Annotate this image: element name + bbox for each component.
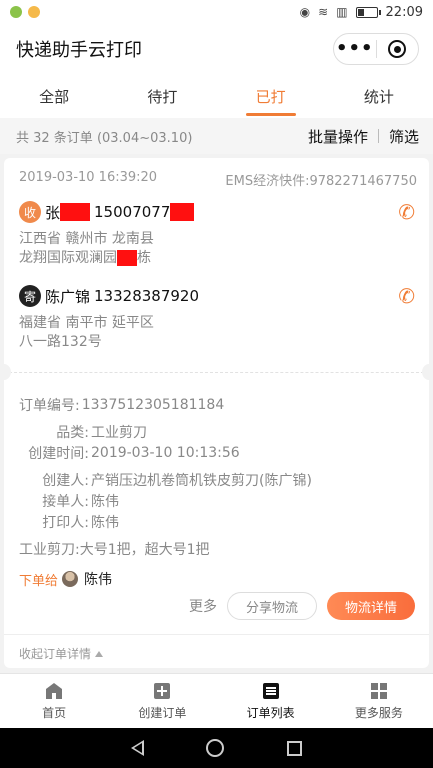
status-indicators: ◉ ≋ ▥ 22:09 [300,5,423,20]
share-logistics-button[interactable]: 分享物流 [226,592,317,620]
app-notification-icon [10,6,22,18]
caret-up-icon [95,650,104,657]
order-details: 订单编号: 1337512305181184 品类: 工业剪刀 创建时间: 20… [19,394,415,592]
more-actions-button[interactable]: 更多 [189,596,217,616]
creator-value: 产销压边机卷筒机铁皮剪刀(陈广锦) [91,472,312,489]
sender-address-line1: 福建省 南平市 延平区 [19,315,154,331]
tabbar-label: 更多服务 [354,706,403,720]
summary-divider [377,129,379,143]
summary-bar: 共 32 条订单 (03.04~03.10) 批量操作 筛选 [0,118,433,154]
category-label: 品类: [56,424,89,441]
printer-value: 陈伟 [91,514,119,531]
mini-program-capsule: ••• [333,33,419,65]
sender-address: 福建省 南平市 延平区 八一路132号 [19,314,415,352]
page-title: 快递助手云打印 [16,40,142,61]
tabbar-label: 首页 [42,706,67,720]
order-no-label: 订单编号: [19,397,80,414]
redaction-mark [170,203,195,221]
dispatch-name: 陈伟 [84,572,113,588]
call-receiver-icon[interactable]: ✆ [398,200,415,224]
filter-button[interactable]: 筛选 [389,126,419,147]
printer-label: 打印人: [42,514,89,531]
back-icon[interactable] [131,740,145,756]
status-bar: ◉ ≋ ▥ 22:09 [0,0,433,24]
receiver-phone: 15007077 [94,203,171,221]
tab-all[interactable]: 全部 [0,74,108,118]
sender-block: 寄 陈广锦 13328387920 ✆ 福建省 南平市 延平区 八一路132号 [19,284,415,352]
tabbar-more-services[interactable]: 更多服务 [325,674,433,728]
home-icon [46,683,63,699]
close-mini-program-button[interactable] [377,34,419,64]
carrier-tracking: EMS经济快件:9782271467750 [225,174,417,189]
order-status-tabs: 全部 待打 已打 统计 [0,74,433,118]
tab-printed[interactable]: 已打 [217,74,325,118]
order-actions: 更多 分享物流 物流详情 [189,592,415,620]
order-no: 1337512305181184 [81,396,225,413]
avatar [62,571,79,587]
batch-operation-button[interactable]: 批量操作 [308,126,368,147]
sender-badge: 寄 [19,285,41,307]
receiver-badge: 收 [19,201,41,223]
tabbar-label: 创建订单 [138,706,187,720]
collapse-details-button[interactable]: 收起订单详情 [4,634,429,672]
tabbar-home[interactable]: 首页 [0,674,108,728]
order-count-text: 共 32 条订单 (03.04~03.10) [16,130,193,146]
collapse-label: 收起订单详情 [19,647,92,661]
sender-address-line2: 八一路132号 [19,334,102,350]
created-time-value: 2019-03-10 10:13:56 [91,444,240,461]
system-navigation-bar [0,728,433,768]
eye-icon: ◉ [299,5,311,19]
redaction-mark [60,203,91,221]
tabbar-order-list[interactable]: 订单列表 [217,674,325,728]
receiver-address: 江西省 赣州市 龙南县 龙翔国际观澜园栋 [19,230,415,268]
receiver-block: 收 张 15007077 ✆ 江西省 赣州市 龙南县 龙翔国际观澜园栋 [19,200,415,268]
bottom-tab-bar: 首页 创建订单 订单列表 更多服务 [0,673,433,728]
tabbar-label: 订单列表 [246,706,295,720]
card-divider [4,372,429,373]
target-icon [388,40,407,58]
grid-icon [370,683,387,699]
tab-statistics[interactable]: 统计 [325,74,433,118]
battery-icon [355,6,381,18]
wifi-icon: ≋ [318,5,329,19]
order-datetime: 2019-03-10 16:39:20 [19,170,158,185]
sim-icon: ▥ [336,5,348,19]
receiver-person-label: 接单人: [42,493,89,510]
items-summary: 工业剪刀:大号1把，超大号1把 [19,541,210,558]
receiver-address-line1: 江西省 赣州市 龙南县 [19,231,154,247]
app-notification-icon-2 [28,6,40,18]
order-card: 2019-03-10 16:39:20 EMS经济快件:978227146775… [0,158,433,668]
home-circle-icon[interactable] [206,739,225,757]
more-button[interactable]: ••• [334,34,376,64]
sender-phone: 13328387920 [94,287,199,305]
logistics-detail-button[interactable]: 物流详情 [326,592,415,620]
status-time: 22:09 [385,4,423,20]
card-notch-left [0,364,11,380]
redaction-mark [117,250,137,266]
plus-square-icon [154,683,171,699]
dispatch-row: 下单给 陈伟 [19,566,415,592]
creator-label: 创建人: [42,472,89,489]
recent-apps-icon[interactable] [286,740,302,756]
order-card-header: 2019-03-10 16:39:20 EMS经济快件:978227146775… [4,158,429,189]
summary-actions: 批量操作 筛选 [308,126,419,147]
receiver-person-value: 陈伟 [91,493,119,510]
created-time-label: 创建时间: [28,445,89,462]
tabbar-create-order[interactable]: 创建订单 [108,674,216,728]
ellipsis-icon: ••• [335,38,374,59]
list-icon [262,683,279,699]
tab-pending-print[interactable]: 待打 [108,74,216,118]
call-sender-icon[interactable]: ✆ [398,284,415,308]
sender-name: 陈广锦 [45,287,91,306]
receiver-address-line2: 龙翔国际观澜园栋 [19,250,151,266]
receiver-name: 张 [45,203,61,222]
status-notifications [10,6,40,18]
card-notch-right [422,364,433,380]
category-value: 工业剪刀 [91,424,147,441]
navigation-bar: 快递助手云打印 ••• [0,24,433,74]
dispatch-label: 下单给 [19,573,59,589]
